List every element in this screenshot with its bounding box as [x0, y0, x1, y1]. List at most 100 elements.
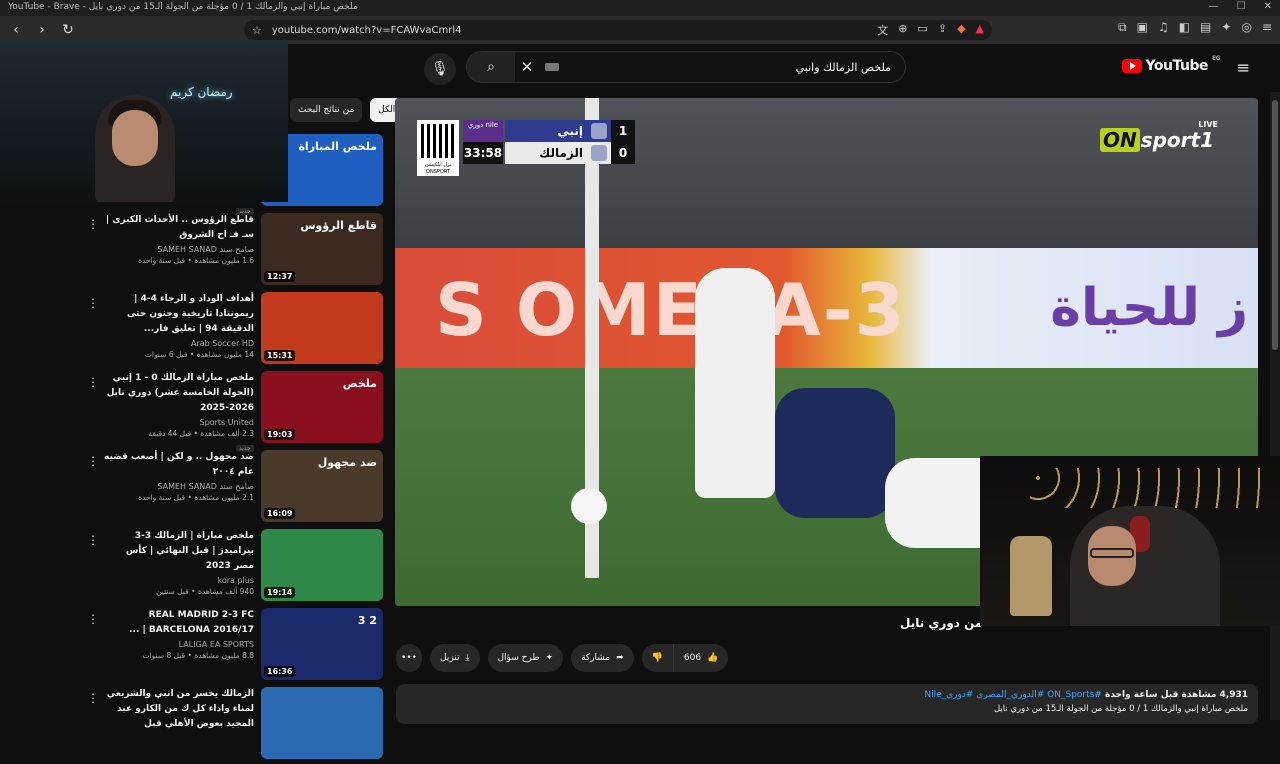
more-options-icon[interactable]: ⋮ [86, 296, 100, 310]
video-meta: ضد مجهول .. و لكن | أصعب قضيه عام ٢٠٠٤ صا… [104, 450, 254, 502]
like-button[interactable]: 606 👍 [673, 644, 729, 672]
microphone-icon: 🎙 [431, 61, 449, 77]
team1-score: 1 [611, 120, 635, 142]
related-video-item[interactable]: 2 3 16:36 REAL MADRID 2-3 FC BARCELONA 201… [78, 606, 388, 685]
download-button[interactable]: تنزيل ⤓ [430, 644, 480, 672]
player-white-1 [695, 268, 775, 498]
on-prefix: ON [1099, 128, 1140, 152]
view-count: 4,931 مشاهدة [1181, 690, 1248, 700]
view-info: 940 ألف مشاهدة • قبل سنتين [156, 587, 254, 596]
chip-from-search[interactable]: من نتائج البحث [290, 98, 363, 122]
webcam-overlay-top-left: رمضان كريم [0, 40, 288, 202]
view-info: 14 مليون مشاهدة • قبل 6 سنوات [144, 350, 254, 359]
video-thumbnail[interactable]: ضد مجهول 16:09 [261, 450, 383, 522]
wallet-icon[interactable]: ▤ [1200, 20, 1211, 35]
search-input[interactable]: ملخص الزمالك وانبي [559, 61, 905, 74]
video-meta: REAL MADRID 2-3 FC BARCELONA 2016/17 | .… [104, 608, 254, 660]
video-title[interactable]: REAL MADRID 2-3 FC BARCELONA 2016/17 | .… [104, 608, 254, 638]
more-options-icon[interactable]: ⋮ [86, 612, 100, 626]
guide-menu-icon[interactable]: ≡ [1237, 58, 1250, 77]
related-video-item[interactable]: 19:14 ملخص مباراة | الزمالك 3-3 بيراميدز … [78, 527, 388, 606]
description-box[interactable]: 4,931 مشاهدة قبل ساعة واحدة #ON_Sports #… [396, 684, 1258, 724]
maximize-icon[interactable]: ☐ [1237, 1, 1246, 12]
video-title[interactable]: ضد مجهول .. و لكن | أصعب قضيه عام ٢٠٠٤ [104, 450, 254, 480]
ramadan-lantern [1010, 536, 1052, 616]
video-thumbnail[interactable]: ملخص 19:03 [261, 371, 383, 443]
browser-menu-icon[interactable]: ≡ [1262, 20, 1272, 35]
glasses [1090, 548, 1134, 558]
search-button[interactable]: ⌕ [467, 52, 515, 82]
video-actions: ••• تنزيل ⤓ طرح سؤال ✦ مشاركة ➦ 👎 606 👍 [396, 644, 729, 672]
team-row-1: إنبي 1 [505, 120, 635, 142]
brave-rewards-icon[interactable]: ▲ [976, 22, 984, 38]
video-title[interactable]: أهداف الوداد و الرجاء 4-4 | ريمونتادا تا… [104, 292, 254, 337]
clear-search-icon[interactable]: ✕ [515, 58, 539, 76]
sidebar-icon[interactable]: ◧ [1179, 20, 1190, 35]
video-thumbnail[interactable]: قاطع الرؤوس 12:37 [261, 213, 383, 285]
keyboard-icon[interactable] [545, 63, 559, 71]
channel-name[interactable]: صامح سند SAMEH SANAD [104, 245, 254, 254]
dislike-button[interactable]: 👎 [641, 644, 674, 672]
related-video-item[interactable]: قاطع الرؤوس 12:37 قاطع الرؤوس .. الأحداث ا… [78, 211, 388, 290]
like-dislike-group: 👎 606 👍 [641, 644, 729, 672]
scrollbar-thumb[interactable] [1272, 100, 1278, 350]
share-icon[interactable]: ⇪ [938, 22, 947, 38]
hashtags[interactable]: #ON_Sports #الدوري_المصري #دوري_Nile [924, 690, 1102, 700]
channel-name[interactable]: Arab Soccer HD [104, 339, 254, 348]
channel-name[interactable]: kora plus [104, 576, 254, 585]
media-icon[interactable]: ♫ [1158, 20, 1169, 35]
video-title[interactable]: ملخص مباراة | الزمالك 3-3 بيراميدز | قبل… [104, 529, 254, 574]
zoom-icon[interactable]: ⊕ [898, 22, 907, 38]
video-thumbnail[interactable]: 19:14 [261, 529, 383, 601]
cast-icon[interactable]: ▭ [917, 22, 927, 38]
ask-button[interactable]: طرح سؤال ✦ [487, 644, 564, 672]
video-title[interactable]: الزمالك يخسر من انبي والشريعي لمناء وادا… [104, 687, 254, 732]
leo-icon[interactable]: ✦ [1221, 20, 1231, 35]
more-options-icon[interactable]: ⋮ [86, 533, 100, 547]
video-title[interactable]: ملخص مباراة الزمالك 0 - 1 إنبي (الجولة ا… [104, 371, 254, 416]
back-icon[interactable]: ‹ [6, 20, 26, 40]
more-options-icon[interactable]: ⋮ [86, 375, 100, 389]
description-stats: 4,931 مشاهدة قبل ساعة واحدة #ON_Sports #… [406, 690, 1248, 700]
translate-icon[interactable]: 文 [877, 22, 888, 38]
download-label: تنزيل [440, 653, 460, 663]
related-video-item[interactable]: ضد مجهول 16:09 ضد مجهول .. و لكن | أصعب قض… [78, 448, 388, 527]
search-box[interactable]: ⌕ ✕ ملخص الزمالك وانبي [466, 51, 906, 83]
video-thumbnail[interactable] [261, 687, 383, 759]
channel-name[interactable]: LALIGA EA SPORTS [104, 640, 254, 649]
share-label: مشاركة [581, 653, 611, 663]
video-thumbnail[interactable]: 15:31 [261, 292, 383, 364]
live-label: LIVE [1198, 120, 1218, 129]
thumbs-down-icon: 👎 [651, 653, 663, 663]
channel-name[interactable]: Sports United [104, 418, 254, 427]
more-options-icon[interactable]: ⋮ [86, 454, 100, 468]
url-text[interactable]: youtube.com/watch?v=FCAWvaCmrl4 [272, 25, 877, 36]
more-options-icon[interactable]: ⋮ [86, 691, 100, 705]
screenshot-icon[interactable]: ▣ [1137, 20, 1148, 35]
channel-name[interactable]: صامح سند SAMEH SANAD [104, 482, 254, 491]
video-thumbnail[interactable]: 2 3 16:36 [261, 608, 383, 680]
extensions-icon[interactable]: ⧉ [1118, 20, 1127, 35]
related-video-item[interactable]: 15:31 أهداف الوداد و الرجاء 4-4 | ريمونتا… [78, 290, 388, 369]
address-bar[interactable]: ☆ youtube.com/watch?v=FCAWvaCmrl4 文 ⊕ ▭ … [244, 20, 992, 40]
related-video-item[interactable]: ملخص 19:03 ملخص مباراة الزمالك 0 - 1 إنبي … [78, 369, 388, 452]
scoreboard: نزل أبلكيشن ONSPORT دوري nile 33:58 إنبي… [417, 120, 635, 176]
more-actions-button[interactable]: ••• [396, 644, 422, 672]
video-duration: 15:31 [264, 350, 296, 361]
vpn-icon[interactable]: ◎ [1241, 20, 1251, 35]
share-button[interactable]: مشاركة ➦ [571, 644, 634, 672]
video-title[interactable]: قاطع الرؤوس .. الأحداث الكبرى | سـ فـ اح… [104, 213, 254, 243]
like-count: 606 [683, 653, 702, 663]
minimize-icon[interactable]: — [1209, 1, 1219, 12]
bookmark-icon[interactable]: ☆ [252, 24, 262, 37]
youtube-logo[interactable]: YouTube EG [1121, 55, 1221, 74]
video-meta: ملخص مباراة | الزمالك 3-3 بيراميدز | قبل… [104, 529, 254, 596]
more-options-icon[interactable]: ⋮ [86, 217, 100, 231]
voice-search-button[interactable]: 🎙 [424, 53, 456, 85]
forward-icon[interactable]: › [32, 20, 52, 40]
brave-shield-icon[interactable]: ◆ [957, 22, 965, 38]
reload-icon[interactable]: ↻ [58, 20, 78, 40]
related-video-item[interactable]: الزمالك يخسر من انبي والشريعي لمناء وادا… [78, 685, 388, 764]
close-window-icon[interactable]: ✕ [1264, 1, 1272, 12]
video-duration: 19:03 [264, 429, 296, 440]
